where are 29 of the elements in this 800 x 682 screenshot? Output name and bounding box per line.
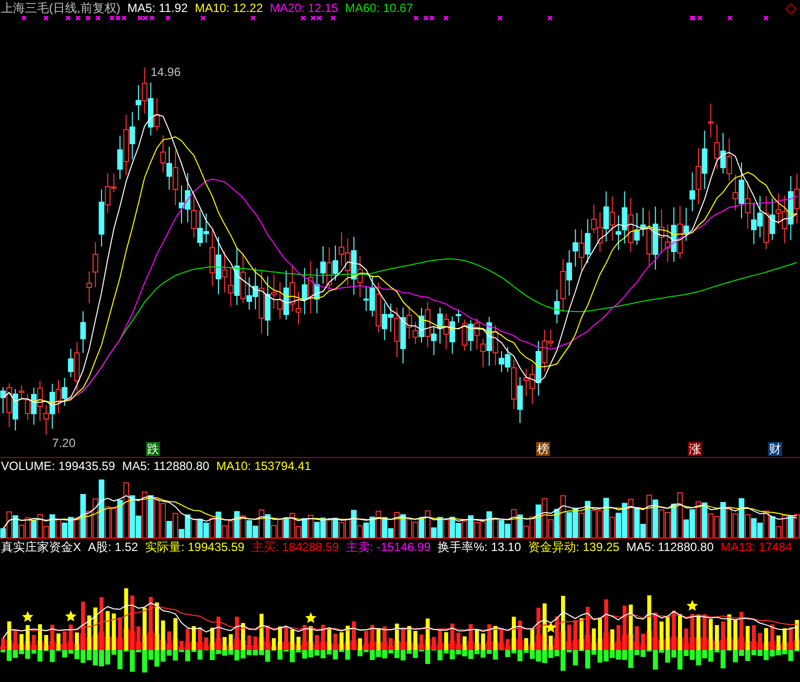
indicator-reading: 主买: 184288.59	[251, 540, 339, 554]
signal-tag: 跌	[146, 442, 160, 456]
indicator-reading: MA20: 12.15	[270, 1, 338, 15]
low-price-label: 7.20	[52, 436, 76, 450]
indicator-reading: 资金异动: 139.25	[528, 540, 620, 554]
diamond-icon	[785, 3, 797, 15]
stock-title: 上海三毛(日线,前复权)	[1, 1, 120, 15]
star-icon	[305, 612, 316, 623]
indicator-reading: MA5: 112880.80	[122, 459, 210, 473]
signal-tag: 榜	[536, 442, 550, 456]
indicator-reading: MA10: 12.22	[194, 1, 263, 15]
indicator-reading: MA13: 17484	[720, 540, 792, 554]
star-icon	[22, 611, 34, 622]
star-icon	[545, 622, 556, 633]
signal-tag: 涨	[688, 442, 702, 456]
indicator-reading: MA60: 10.67	[344, 1, 414, 15]
indicator-reading: MA10: 153794.41	[216, 459, 312, 473]
indicator-reading: 实际量: 199435.59	[145, 540, 244, 554]
indicator-title: 真实庄家资金X	[1, 540, 82, 554]
indicator-reading: 主卖: -15146.99	[346, 540, 431, 554]
indicator-reading: A股: 1.52	[88, 540, 138, 554]
indicator-reading: MA5: 11.92	[127, 1, 188, 15]
indicator-reading: 换手率%: 13.10	[438, 540, 522, 554]
star-icon	[65, 610, 76, 622]
indicator-reading: MA5: 112880.80	[626, 540, 714, 554]
indicator-reading: VOLUME: 199435.59	[1, 459, 116, 473]
signal-tag: 财	[768, 442, 782, 456]
star-icon	[686, 600, 698, 611]
high-price-label: 14.96	[150, 66, 181, 79]
